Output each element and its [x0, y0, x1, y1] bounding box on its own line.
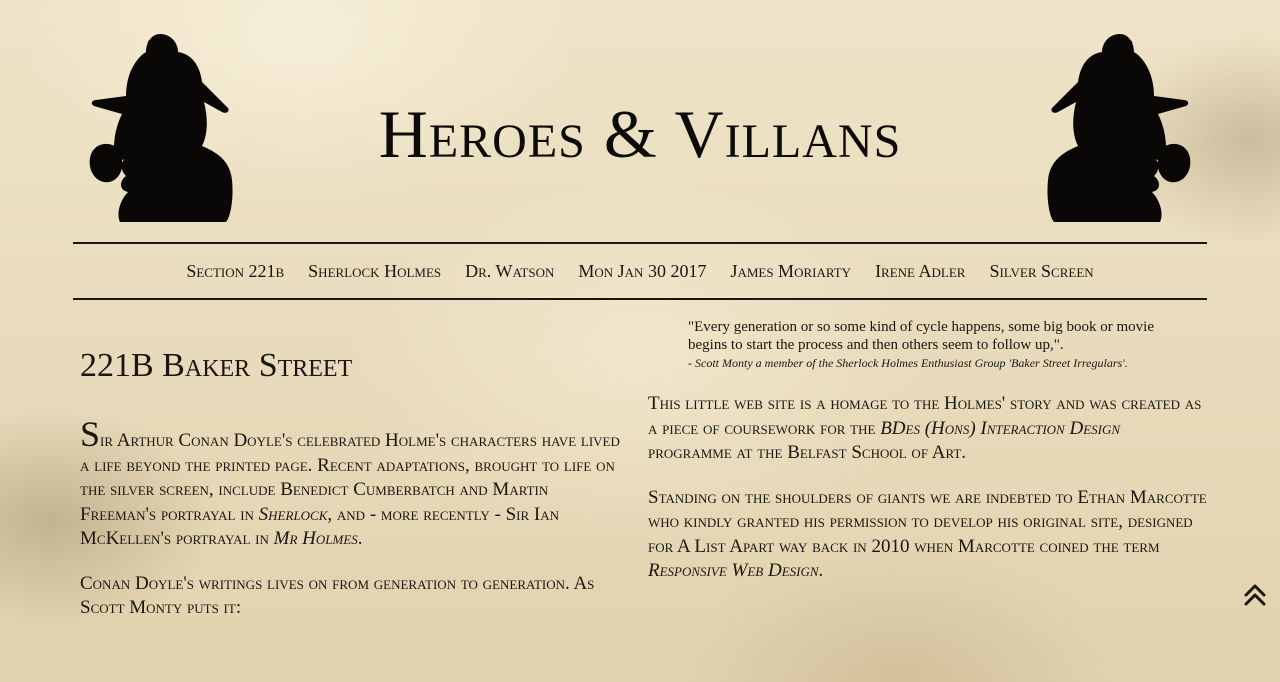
nav-item-irene-adler[interactable]: Irene Adler: [875, 261, 965, 282]
nav-item-silver-screen[interactable]: Silver Screen: [989, 261, 1093, 282]
drop-cap: S: [80, 414, 101, 454]
generations-paragraph: Conan Doyle's writings lives on from gen…: [80, 572, 595, 619]
credits-text-2: .: [818, 560, 824, 581]
nav-item-date[interactable]: Mon Jan 30 2017: [578, 261, 706, 282]
nav-item-section-221b[interactable]: Section 221b: [186, 261, 284, 282]
homage-paragraph: This little web site is a homage to the …: [648, 392, 1208, 466]
aside-content: "Every generation or so some kind of cyc…: [648, 318, 1208, 604]
quote-citation: - Scott Monty a member of the Sherlock H…: [688, 356, 1128, 370]
nav-item-sherlock-holmes[interactable]: Sherlock Holmes: [308, 261, 441, 282]
nav-item-dr-watson[interactable]: Dr. Watson: [465, 261, 554, 282]
nav-item-james-moriarty[interactable]: James Moriarty: [730, 261, 851, 282]
double-chevron-up-icon[interactable]: [1240, 580, 1270, 610]
sherlock-silhouette-icon: [89, 34, 233, 222]
intro-text-3: .: [357, 528, 363, 549]
site-title: Heroes & Villans: [378, 96, 902, 172]
pull-quote: "Every generation or so some kind of cyc…: [688, 318, 1158, 372]
credits-text-1: Standing on the shoulders of giants we a…: [648, 486, 1207, 557]
intro-paragraph: Sir Arthur Conan Doyle's celebrated Holm…: [80, 416, 620, 552]
section-heading: 221B Baker Street: [80, 347, 353, 384]
programme-name: BDes (Hons) Interaction Design: [880, 417, 1121, 439]
responsive-web-design-term: Responsive Web Design: [648, 560, 819, 581]
quote-text: "Every generation or so some kind of cyc…: [688, 319, 1155, 353]
site-header: Heroes & Villans: [0, 0, 1280, 240]
sherlock-silhouette-icon: [1047, 34, 1191, 222]
main-nav: Section 221b Sherlock Holmes Dr. Watson …: [73, 242, 1207, 300]
intro-emphasis-mr-holmes: Mr Holmes: [273, 528, 358, 549]
credits-paragraph: Standing on the shoulders of giants we a…: [648, 486, 1208, 584]
main-content: 221B Baker Street Sir Arthur Conan Doyle…: [80, 340, 620, 641]
intro-emphasis-sherlock: Sherlock: [258, 503, 328, 525]
homage-text-2: programme at the Belfast School of Art.: [648, 442, 967, 463]
